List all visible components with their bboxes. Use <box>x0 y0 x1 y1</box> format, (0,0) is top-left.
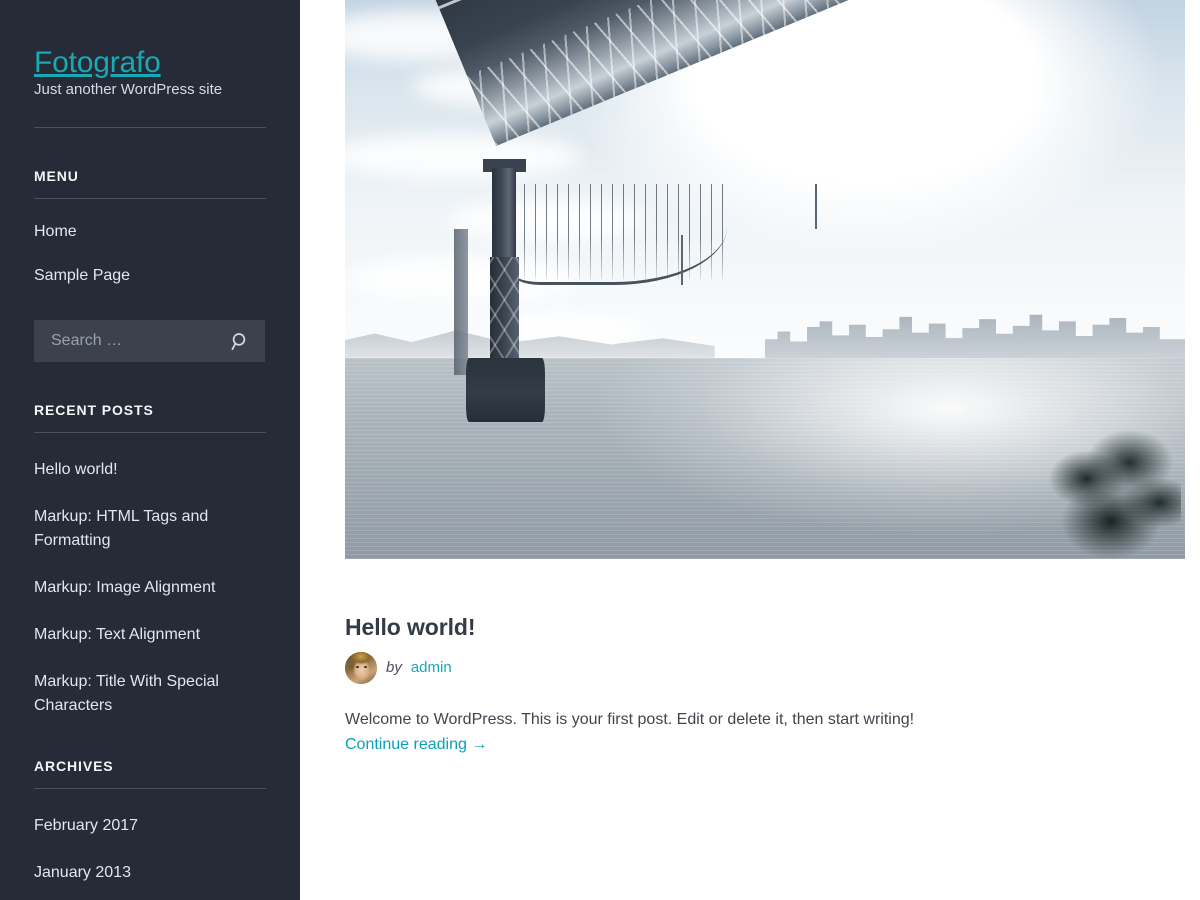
post-featured-image-bridge[interactable] <box>345 0 1185 559</box>
post-author-link[interactable]: admin <box>411 658 452 678</box>
divider <box>34 432 266 433</box>
menu-heading: MENU <box>34 168 79 184</box>
post-title[interactable]: Hello world! <box>345 613 1200 641</box>
post-summary: Welcome to WordPress. This is your first… <box>345 707 1045 757</box>
list-item: Markup: Text Alignment <box>34 623 266 647</box>
bridge-photo <box>345 0 1185 559</box>
archives-heading: ARCHIVES <box>34 758 114 774</box>
recent-post-link[interactable]: Hello world! <box>34 458 266 482</box>
foreground-tree <box>1046 424 1181 559</box>
avatar-eye <box>364 666 367 668</box>
sidebar-item-home[interactable]: Home <box>34 223 77 240</box>
archives-widget: ARCHIVES February 2017 January 2013 <box>34 758 266 885</box>
post-meta: by admin <box>345 652 1200 684</box>
recent-post-link[interactable]: Markup: Text Alignment <box>34 623 266 647</box>
recent-post-link[interactable]: Markup: HTML Tags and Formatting <box>34 505 266 553</box>
sidebar: Fotografo Just another WordPress site ME… <box>0 0 300 900</box>
site-title[interactable]: Fotografo <box>34 46 161 79</box>
post-excerpt-text: Welcome to WordPress. This is your first… <box>345 711 915 728</box>
site-description: Just another WordPress site <box>34 81 223 98</box>
search-widget <box>34 320 266 362</box>
divider <box>34 127 266 128</box>
bridge-tower-far <box>454 229 468 375</box>
sidebar-item-sample-page[interactable]: Sample Page <box>34 267 130 284</box>
divider <box>34 788 266 789</box>
list-item: January 2013 <box>34 861 266 885</box>
list-item: February 2017 <box>34 814 266 838</box>
primary-nav: Home Sample Page <box>34 221 266 287</box>
archive-link-february-2017[interactable]: February 2017 <box>34 814 266 838</box>
list-item: Markup: HTML Tags and Formatting <box>34 505 266 553</box>
street-lamp <box>681 234 683 286</box>
avatar <box>345 652 377 684</box>
continue-reading-link[interactable]: Continue reading → <box>345 736 487 753</box>
search-icon <box>231 332 250 351</box>
page-root: Fotografo Just another WordPress site ME… <box>0 0 1200 900</box>
recent-post-link[interactable]: Markup: Title With Special Characters <box>34 670 266 718</box>
recent-posts-heading: RECENT POSTS <box>34 402 154 418</box>
nav-item: Home <box>34 221 266 243</box>
list-item: Markup: Title With Special Characters <box>34 670 266 718</box>
recent-posts-list: Hello world! Markup: HTML Tags and Forma… <box>34 458 266 718</box>
cable-hangers <box>513 184 723 280</box>
divider <box>34 198 266 199</box>
nav-item: Sample Page <box>34 265 266 287</box>
search-submit-button[interactable] <box>223 320 257 362</box>
post-header: Hello world! by admin <box>345 613 1200 684</box>
avatar-image <box>345 652 377 684</box>
street-lamp <box>815 184 818 230</box>
list-item: Markup: Image Alignment <box>34 576 266 600</box>
by-label: by <box>386 659 402 676</box>
post-article: Hello world! by admin Welcome to WordPre… <box>345 0 1200 757</box>
main-content: Hello world! by admin Welcome to WordPre… <box>300 0 1200 900</box>
list-item: Hello world! <box>34 458 266 482</box>
recent-post-link[interactable]: Markup: Image Alignment <box>34 576 266 600</box>
pier-bracing <box>490 257 519 369</box>
archive-link-january-2013[interactable]: January 2013 <box>34 861 266 885</box>
avatar-eye <box>356 666 359 668</box>
archives-list: February 2017 January 2013 <box>34 814 266 885</box>
bridge-pier <box>465 357 545 423</box>
recent-posts-widget: RECENT POSTS Hello world! Markup: HTML T… <box>34 402 266 718</box>
search-form <box>34 320 265 362</box>
menu-widget: MENU Home Sample Page <box>34 168 266 287</box>
